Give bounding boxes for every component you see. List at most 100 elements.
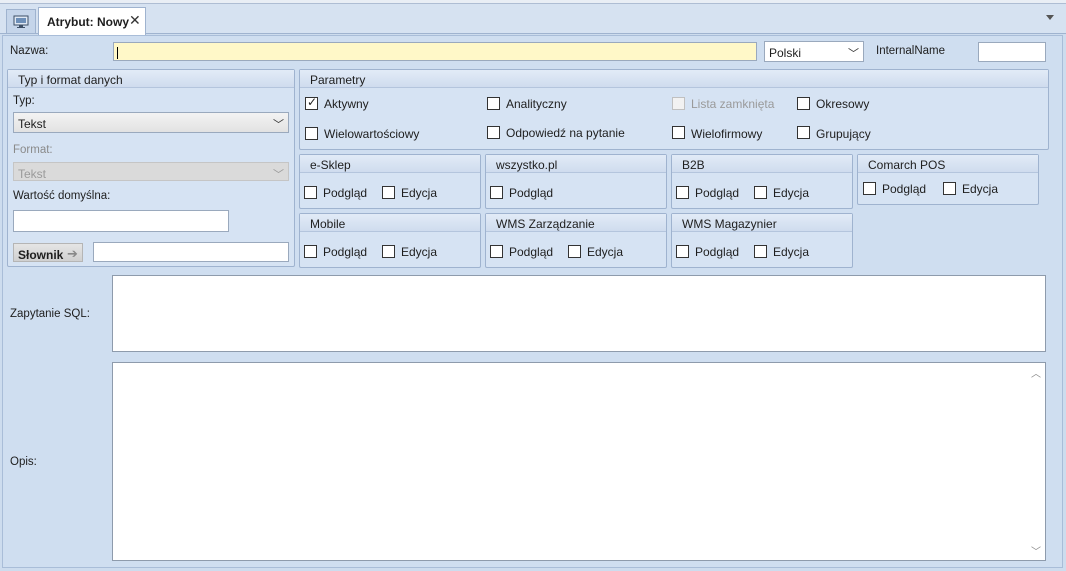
b2b-header: B2B bbox=[672, 155, 852, 173]
odpowiedz-checkbox[interactable] bbox=[487, 126, 500, 139]
chevron-down-icon[interactable]: ﹀ bbox=[1031, 543, 1041, 558]
typ-value: Tekst bbox=[18, 117, 47, 131]
wms-mag-podglad-label: Podgląd bbox=[695, 245, 740, 259]
typ-label: Typ: bbox=[13, 95, 35, 107]
internal-name-label: InternalName bbox=[876, 45, 946, 57]
wms-zarz-edycja-label: Edycja bbox=[587, 245, 624, 259]
parametry-header: Parametry bbox=[300, 70, 1048, 88]
pos-header: Comarch POS bbox=[858, 155, 1038, 173]
language-value: Polski bbox=[769, 46, 802, 60]
wszystko-podglad-checkbox[interactable] bbox=[490, 186, 503, 199]
nazwa-label: Nazwa: bbox=[10, 45, 49, 57]
tab-strip bbox=[0, 4, 1066, 34]
chevron-down-icon: ﹀ bbox=[273, 119, 284, 131]
sql-label: Zapytanie SQL: bbox=[10, 308, 90, 320]
tab-list-dropdown-icon[interactable] bbox=[1046, 15, 1054, 20]
eshop-header: e-Sklep bbox=[300, 155, 480, 173]
wielowartosciowy-checkbox[interactable] bbox=[305, 127, 318, 140]
aktywny-label: Aktywny bbox=[324, 97, 369, 111]
opis-label: Opis: bbox=[10, 456, 37, 468]
wielowartosciowy-label: Wielowartościowy bbox=[324, 127, 420, 141]
format-label: Format: bbox=[13, 144, 53, 156]
language-select[interactable]: Polski ﹀ bbox=[764, 41, 864, 62]
lista-zamknieta-checkbox bbox=[672, 97, 685, 110]
mobile-podglad-label: Podgląd bbox=[323, 245, 368, 259]
opis-textarea[interactable]: ︿ ﹀ bbox=[112, 362, 1046, 561]
chevron-down-icon: ﹀ bbox=[848, 48, 859, 60]
text-caret bbox=[117, 47, 118, 59]
pos-title: Comarch POS bbox=[868, 158, 946, 172]
pos-edycja-label: Edycja bbox=[962, 182, 999, 196]
pos-podglad-checkbox[interactable] bbox=[863, 182, 876, 195]
lista-zamknieta-label: Lista zamknięta bbox=[691, 97, 775, 111]
wms-mag-edycja-label: Edycja bbox=[773, 245, 810, 259]
mobile-podglad-checkbox[interactable] bbox=[304, 245, 317, 258]
b2b-podglad-label: Podgląd bbox=[695, 186, 740, 200]
typ-select[interactable]: Tekst ﹀ bbox=[13, 112, 289, 133]
grupujacy-label: Grupujący bbox=[816, 127, 871, 141]
eshop-podglad-checkbox[interactable] bbox=[304, 186, 317, 199]
chevron-up-icon[interactable]: ︿ bbox=[1031, 365, 1041, 380]
b2b-title: B2B bbox=[682, 158, 705, 172]
wszystko-group: wszystko.pl bbox=[485, 154, 667, 209]
wielofirmowy-checkbox[interactable] bbox=[672, 126, 685, 139]
nazwa-input[interactable] bbox=[113, 42, 757, 61]
b2b-podglad-checkbox[interactable] bbox=[676, 186, 689, 199]
tab-atrybut-nowy[interactable]: Atrybut: Nowy ✕ bbox=[38, 7, 146, 35]
opis-scrollbar[interactable]: ︿ ﹀ bbox=[1027, 363, 1045, 560]
wszystko-header: wszystko.pl bbox=[486, 155, 666, 173]
internal-name-input[interactable] bbox=[978, 42, 1046, 62]
check-icon: ✓ bbox=[307, 95, 318, 109]
sql-textarea[interactable] bbox=[112, 275, 1046, 352]
tab-title: Atrybut: Nowy bbox=[47, 15, 129, 29]
close-icon[interactable]: ✕ bbox=[129, 13, 141, 27]
mobile-edycja-checkbox[interactable] bbox=[382, 245, 395, 258]
wszystko-title: wszystko.pl bbox=[496, 158, 558, 172]
parametry-title: Parametry bbox=[310, 73, 366, 87]
wms-zarz-podglad-checkbox[interactable] bbox=[490, 245, 503, 258]
wms-magazynier-group: WMS Magazynier bbox=[671, 213, 853, 268]
mobile-header: Mobile bbox=[300, 214, 480, 232]
slownik-button[interactable]: Słownik ➔ bbox=[13, 243, 83, 262]
mobile-title: Mobile bbox=[310, 217, 346, 231]
mobile-group: Mobile bbox=[299, 213, 481, 268]
wms-zarz-edycja-checkbox[interactable] bbox=[568, 245, 581, 258]
analityczny-checkbox[interactable] bbox=[487, 97, 500, 110]
odpowiedz-label: Odpowiedź na pytanie bbox=[506, 126, 625, 140]
eshop-group: e-Sklep bbox=[299, 154, 481, 209]
wms-zarzadzanie-header: WMS Zarządzanie bbox=[486, 214, 666, 232]
mobile-edycja-label: Edycja bbox=[401, 245, 438, 259]
wms-mag-edycja-checkbox[interactable] bbox=[754, 245, 767, 258]
pos-group: Comarch POS bbox=[857, 154, 1039, 205]
slownik-label: Słownik bbox=[18, 248, 64, 262]
default-value-input[interactable] bbox=[13, 210, 229, 232]
wielofirmowy-label: Wielofirmowy bbox=[691, 127, 763, 141]
format-value: Tekst bbox=[18, 167, 47, 181]
wszystko-podglad-label: Podgląd bbox=[509, 186, 554, 200]
eshop-edycja-label: Edycja bbox=[401, 186, 438, 200]
wms-magazynier-title: WMS Magazynier bbox=[682, 217, 777, 231]
wms-zarzadzanie-group: WMS Zarządzanie bbox=[485, 213, 667, 268]
wms-zarzadzanie-title: WMS Zarządzanie bbox=[496, 217, 595, 231]
analityczny-label: Analityczny bbox=[506, 97, 567, 111]
b2b-group: B2B bbox=[671, 154, 853, 209]
wms-zarz-podglad-label: Podgląd bbox=[509, 245, 554, 259]
eshop-title: e-Sklep bbox=[310, 158, 351, 172]
okresowy-label: Okresowy bbox=[816, 97, 870, 111]
b2b-edycja-checkbox[interactable] bbox=[754, 186, 767, 199]
pos-edycja-checkbox[interactable] bbox=[943, 182, 956, 195]
default-value-label: Wartość domyślna: bbox=[13, 190, 111, 202]
arrow-right-icon: ➔ bbox=[67, 246, 78, 261]
eshop-edycja-checkbox[interactable] bbox=[382, 186, 395, 199]
slownik-input[interactable] bbox=[93, 242, 289, 262]
monitor-icon[interactable] bbox=[6, 9, 36, 33]
b2b-edycja-label: Edycja bbox=[773, 186, 810, 200]
pos-podglad-label: Podgląd bbox=[882, 182, 927, 196]
format-select: Tekst ﹀ bbox=[13, 162, 289, 181]
wms-magazynier-header: WMS Magazynier bbox=[672, 214, 852, 232]
chevron-down-icon: ﹀ bbox=[273, 169, 284, 181]
aktywny-checkbox[interactable]: ✓ bbox=[305, 95, 318, 110]
wms-mag-podglad-checkbox[interactable] bbox=[676, 245, 689, 258]
okresowy-checkbox[interactable] bbox=[797, 97, 810, 110]
grupujacy-checkbox[interactable] bbox=[797, 126, 810, 139]
